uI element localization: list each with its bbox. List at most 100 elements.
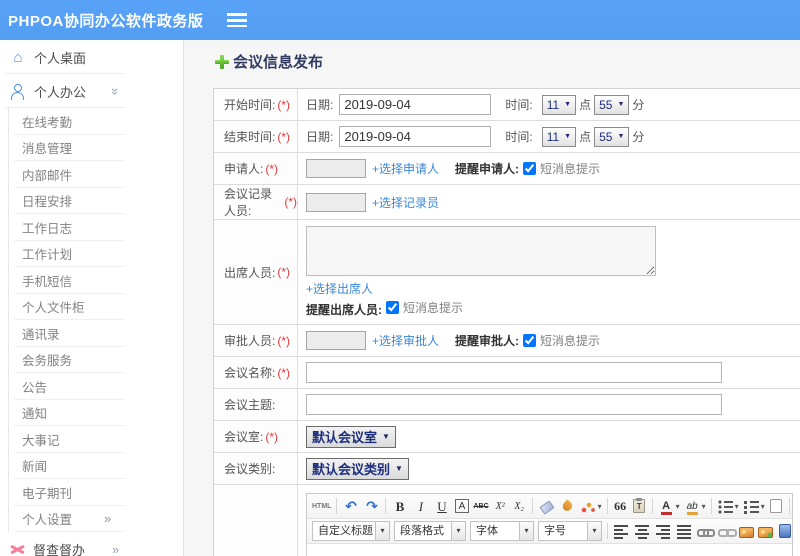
sidebar-item-internal-mail[interactable]: 内部邮件 [0,161,183,188]
dropdown-arrow-icon: ▼ [395,464,403,473]
start-date-input[interactable] [339,94,492,115]
sidebar-item-work-plan[interactable]: 工作计划 [0,241,183,268]
image-upload-button[interactable] [757,521,774,541]
underline-button[interactable]: U [432,496,451,516]
font-color-button[interactable]: A [657,496,681,516]
sidebar-item-meeting-service[interactable]: 会务服务 [0,347,183,374]
align-right-button[interactable] [654,521,673,541]
field-label: 开始时间: [224,98,276,112]
start-minute-select[interactable]: 55 ▼ [594,94,630,115]
sidebar-item-mobile-sms[interactable]: 手机短信 [0,267,183,294]
field-label: 会议室: [224,430,264,444]
unordered-list-button[interactable] [742,496,766,516]
sidebar-item-notice[interactable]: 通知 [0,400,183,427]
italic-button[interactable]: I [411,496,430,516]
required-mark: (*) [265,161,279,176]
hamburger-menu-icon[interactable] [227,13,248,27]
toolbar-separator [606,498,608,514]
sidebar-item-announcement[interactable]: 公告 [0,373,183,400]
align-left-button[interactable] [612,521,631,541]
quick-format-button[interactable] [579,496,603,516]
dropdown-arrow-icon: ▼ [564,101,572,108]
sidebar-item-message-management[interactable]: 消息管理 [0,135,183,162]
sidebar-item-supervision[interactable]: 督查督办 » [0,532,183,556]
choose-approver-link[interactable]: +选择审批人 [372,332,439,349]
recorder-input[interactable] [306,192,366,212]
toolbar-separator [336,498,338,514]
ordered-list-button[interactable] [716,496,740,516]
font-style-box-button[interactable]: A [453,496,470,516]
meeting-room-select[interactable]: 默认会议室 ▼ [306,425,396,448]
highlight-color-button[interactable]: ab [683,496,707,516]
html-source-button[interactable]: HTML [311,496,332,516]
font-family-select[interactable]: 字体 ▾ [470,521,534,541]
font-size-select[interactable]: 字号 ▾ [538,521,602,541]
strikethrough-button[interactable]: ABC [472,496,489,516]
sidebar-item-memorabilia[interactable]: 大事记 [0,426,183,453]
toolbar-separator [788,498,790,514]
required-mark: (*) [265,429,279,444]
start-hour-select[interactable]: 11 ▼ [541,94,577,115]
paragraph-format-select[interactable]: 段落格式 ▾ [394,521,466,541]
attendees-sms-checkbox[interactable] [386,301,399,314]
superscript-button[interactable]: X² [492,496,509,516]
meeting-name-input[interactable] [306,362,722,383]
end-minute-select[interactable]: 55 ▼ [594,126,630,147]
sidebar-item-contacts[interactable]: 通讯录 [0,320,183,347]
attendees-textarea[interactable] [306,226,656,276]
required-mark: (*) [277,97,291,112]
toolbar-separator [651,498,653,514]
bold-button[interactable]: B [390,496,409,516]
start-time-row: 开始时间:(*) 日期: 时间: 11▼ 点 55▼ 分 [214,89,800,121]
align-center-button[interactable] [633,521,652,541]
field-label: 结束时间: [224,130,276,144]
subscript-button[interactable]: X₂ [511,496,528,516]
choose-recorder-link[interactable]: +选择记录员 [372,194,439,211]
sidebar-item-news[interactable]: 新闻 [0,453,183,480]
field-label: 会议类别: [224,462,276,476]
new-page-button[interactable] [768,496,785,516]
applicant-input[interactable] [306,159,366,178]
meeting-subject-input[interactable] [306,394,722,415]
sidebar-item-label: 督查督办 [33,542,86,556]
rich-text-editor: HTML↶↷BIUAABCX²X₂66TAab 自定义标题▾段落格式▾字体▾字号… [306,493,793,556]
format-brush-button[interactable] [558,496,577,516]
paste-button[interactable]: T [631,496,648,516]
sidebar-item-work-log[interactable]: 工作日志 [0,214,183,241]
undo-button[interactable]: ↶ [341,496,360,516]
sidebar-item-personal-office[interactable]: 个人办公 » [0,74,183,108]
align-justify-button[interactable] [675,521,694,541]
sidebar-item-personal-settings[interactable]: 个人设置 » [0,506,183,533]
sidebar-item-personal-file-cabinet[interactable]: 个人文件柜 [0,294,183,321]
link-button[interactable] [696,521,715,541]
toolbar-separator [385,498,387,514]
sidebar-item-e-journal[interactable]: 电子期刊 [0,479,183,506]
sidebar-submenu: 在线考勤 消息管理 内部邮件 日程安排 工作日志 工作计划 手机短信 个人文件柜… [0,108,183,532]
chevron-right-icon: » [112,541,120,556]
meeting-type-select[interactable]: 默认会议类别 ▼ [306,457,409,480]
end-date-input[interactable] [339,126,492,147]
media-button[interactable] [776,521,792,541]
applicant-sms-checkbox[interactable] [523,162,537,175]
approver-input[interactable] [306,331,366,350]
editor-content-area[interactable] [307,544,792,556]
sidebar-item-personal-desktop[interactable]: ⌂ 个人桌面 [0,40,183,74]
dropdown-arrow-icon: ▾ [519,522,533,540]
heading-select[interactable]: 自定义标题 ▾ [312,521,390,541]
editor-row: HTML↶↷BIUAABCX²X₂66TAab 自定义标题▾段落格式▾字体▾字号… [214,485,800,556]
approver-sms-checkbox[interactable] [523,334,537,347]
required-mark: (*) [277,129,291,144]
page-title: 会议信息发布 [215,51,800,72]
unlink-button[interactable] [717,521,737,541]
blockquote-button[interactable]: 66 [612,496,629,516]
redo-button[interactable]: ↷ [362,496,381,516]
sidebar-item-schedule[interactable]: 日程安排 [0,188,183,215]
eraser-button[interactable] [537,496,556,516]
end-hour-select[interactable]: 11 ▼ [541,126,577,147]
image-button[interactable] [738,521,755,541]
choose-attendees-link[interactable]: +选择出席人 [306,280,373,297]
sidebar-item-online-attendance[interactable]: 在线考勤 [0,108,183,135]
row2-icon-group [611,521,792,541]
choose-applicant-link[interactable]: +选择申请人 [372,160,439,177]
required-mark: (*) [277,365,291,380]
